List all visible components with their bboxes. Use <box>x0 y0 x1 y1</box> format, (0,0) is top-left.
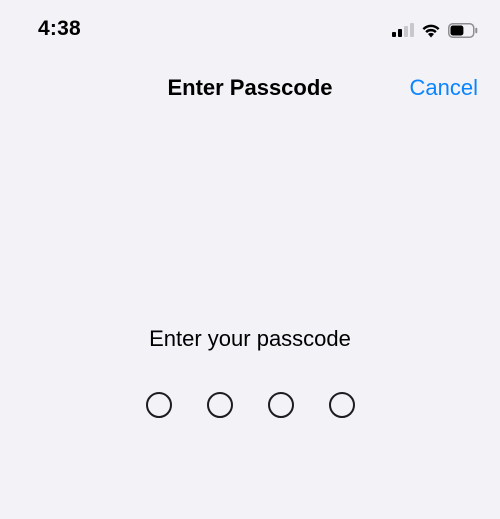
status-bar: 4:38 <box>0 0 500 58</box>
battery-icon <box>448 22 478 38</box>
passcode-dot <box>206 392 233 418</box>
cancel-button[interactable]: Cancel <box>410 75 478 101</box>
passcode-prompt: Enter your passcode <box>149 326 351 351</box>
wifi-icon <box>422 24 440 37</box>
navigation-bar: Enter Passcode Cancel <box>0 66 500 110</box>
passcode-dot <box>145 392 172 418</box>
status-time: 4:38 <box>38 17 81 40</box>
status-icons <box>392 19 478 41</box>
passcode-dot <box>328 392 355 418</box>
cellular-signal-icon <box>392 23 414 37</box>
passcode-indicator <box>0 392 500 418</box>
passcode-dot <box>267 392 294 418</box>
